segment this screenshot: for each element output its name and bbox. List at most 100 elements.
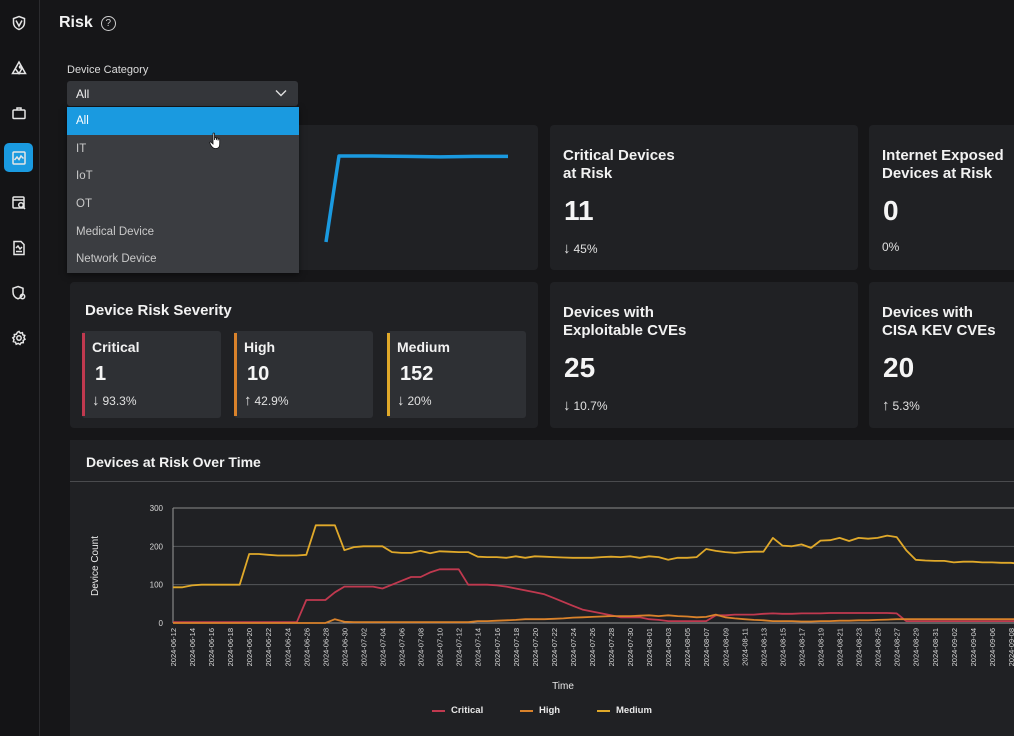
shield-gear-icon xyxy=(11,285,25,300)
dropdown-option[interactable]: Network Device xyxy=(67,245,299,273)
severity-label: Medium xyxy=(397,339,450,355)
x-tick-label: 2024-06-30 xyxy=(340,628,349,666)
severity-value: 152 xyxy=(400,363,434,385)
x-tick-label: 2024-07-30 xyxy=(626,628,635,666)
title-line-1: Devices with xyxy=(563,304,654,321)
cisa-kev-card[interactable]: Devices with CISA KEV CVEs 20 ↑ 5.3% xyxy=(869,282,1014,428)
device-category-value: All xyxy=(76,86,90,101)
y-tick-label: 0 xyxy=(159,619,164,628)
sidebar-nav xyxy=(0,0,40,736)
y-tick-label: 200 xyxy=(150,542,164,551)
x-tick-label: 2024-08-27 xyxy=(893,628,902,666)
cisa-kev-value: 20 xyxy=(883,352,915,383)
severity-critical[interactable]: Critical 1 ↓ 93.3% xyxy=(82,331,221,418)
dropdown-option[interactable]: All xyxy=(67,107,299,135)
critical-devices-trend: ↓ 45% xyxy=(563,240,598,257)
internet-exposed-trend: 0% xyxy=(882,240,899,254)
trend-value: 45% xyxy=(573,241,598,256)
arrow-down-icon: ↓ xyxy=(397,392,405,409)
nav-assets[interactable] xyxy=(4,98,33,127)
severity-title: Device Risk Severity xyxy=(85,302,232,319)
x-tick-label: 2024-06-26 xyxy=(302,628,311,666)
line-chart: 0 100 200 300 2024-06-12 2024-06-14 2024-06-1… xyxy=(90,504,1014,692)
x-tick-label: 2024-06-20 xyxy=(245,628,254,666)
x-tick-label: 2024-08-25 xyxy=(874,628,883,666)
legend-medium[interactable]: Medium xyxy=(597,705,652,716)
inspect-window-icon xyxy=(11,195,26,210)
legend-critical[interactable]: Critical xyxy=(432,705,483,716)
x-tick-label: 2024-07-10 xyxy=(436,628,445,666)
x-tick-label: 2024-06-24 xyxy=(283,628,292,666)
critical-devices-card[interactable]: Critical Devices at Risk 11 ↓ 45% xyxy=(550,125,858,270)
severity-trend: ↑ 42.9% xyxy=(244,392,289,409)
title-line-1: Internet Exposed xyxy=(882,147,1004,164)
x-tick-label: 2024-08-23 xyxy=(855,628,864,666)
shield-icon xyxy=(12,15,25,30)
briefcase-icon xyxy=(11,106,26,119)
dropdown-option[interactable]: IT xyxy=(67,135,299,163)
x-tick-label: 2024-07-20 xyxy=(531,628,540,666)
x-tick-label: 2024-06-12 xyxy=(169,628,178,666)
x-tick-label: 2024-07-22 xyxy=(550,628,559,666)
exploitable-cves-title: Devices with Exploitable CVEs xyxy=(563,304,686,340)
dropdown-option[interactable]: IoT xyxy=(67,162,299,190)
x-tick-label: 2024-07-06 xyxy=(398,628,407,666)
nav-settings[interactable] xyxy=(4,323,33,352)
chart-monitor-icon xyxy=(11,150,26,165)
x-tick-label: 2024-07-08 xyxy=(417,628,426,666)
x-tick-label: 2024-08-03 xyxy=(664,628,673,666)
nav-investigate[interactable] xyxy=(4,188,33,217)
nav-risk[interactable] xyxy=(4,143,33,172)
severity-value: 10 xyxy=(247,363,270,385)
devices-at-risk-over-time-card: Devices at Risk Over Time 0 100 200 300 202… xyxy=(70,440,1014,736)
x-tick-label: 2024-08-11 xyxy=(740,628,749,666)
exploitable-cves-value: 25 xyxy=(564,352,596,383)
trend-value: 10.7% xyxy=(573,398,608,413)
x-tick-label: 2024-08-21 xyxy=(836,628,845,666)
nav-risk-map[interactable] xyxy=(4,53,33,82)
x-tick-label: 2024-07-02 xyxy=(359,628,368,666)
exploitable-cves-trend: ↓ 10.7% xyxy=(563,397,608,414)
title-line-2: Devices at Risk xyxy=(882,165,993,182)
trend-value: 20% xyxy=(407,393,432,408)
device-category-select[interactable]: All xyxy=(67,81,298,106)
x-tick-label: 2024-08-09 xyxy=(721,628,730,666)
severity-high[interactable]: High 10 ↑ 42.9% xyxy=(234,331,373,418)
y-tick-label: 100 xyxy=(150,581,164,590)
nav-reports[interactable] xyxy=(4,233,33,262)
x-tick-label: 2024-09-04 xyxy=(969,628,978,666)
internet-exposed-card[interactable]: Internet Exposed Devices at Risk 0 0% xyxy=(869,125,1014,270)
page-title: Risk ? xyxy=(59,14,116,32)
x-tick-label: 2024-07-18 xyxy=(512,628,521,666)
y-tick-label: 300 xyxy=(150,504,164,513)
series-line-critical[interactable] xyxy=(173,568,1014,624)
x-tick-label: 2024-08-05 xyxy=(683,628,692,666)
exploitable-cves-card[interactable]: Devices with Exploitable CVEs 25 ↓ 10.7% xyxy=(550,282,858,428)
trend-value: 93.3% xyxy=(102,393,137,408)
legend-swatch xyxy=(432,709,445,712)
chevron-down-icon xyxy=(275,90,287,97)
y-axis-label: Device Count xyxy=(90,536,101,596)
nav-shield[interactable] xyxy=(4,8,33,37)
critical-devices-value: 11 xyxy=(564,195,594,226)
legend-high[interactable]: High xyxy=(520,705,560,716)
severity-label: Critical xyxy=(92,339,140,355)
x-tick-label: 2024-09-06 xyxy=(988,628,997,666)
dropdown-option[interactable]: OT xyxy=(67,190,299,218)
x-tick-label: 2024-06-28 xyxy=(321,628,330,666)
device-risk-severity-card: Device Risk Severity Critical 1 ↓ 93.3% H… xyxy=(70,282,538,428)
risk-triangle-icon xyxy=(10,59,27,75)
x-tick-label: 2024-07-28 xyxy=(607,628,616,666)
nav-policies[interactable] xyxy=(4,278,33,307)
help-icon[interactable]: ? xyxy=(100,15,116,31)
x-tick-label: 2024-06-22 xyxy=(264,628,273,666)
title-line-2: CISA KEV CVEs xyxy=(882,322,996,339)
dropdown-option[interactable]: Medical Device xyxy=(67,218,299,246)
series-line-medium[interactable] xyxy=(173,524,1014,589)
severity-medium[interactable]: Medium 152 ↓ 20% xyxy=(387,331,526,418)
trend-value: 0% xyxy=(882,240,900,254)
internet-exposed-title: Internet Exposed Devices at Risk xyxy=(882,147,1004,183)
legend-label: High xyxy=(539,705,561,716)
sparkline-line xyxy=(324,154,508,243)
severity-trend: ↓ 93.3% xyxy=(92,392,137,409)
